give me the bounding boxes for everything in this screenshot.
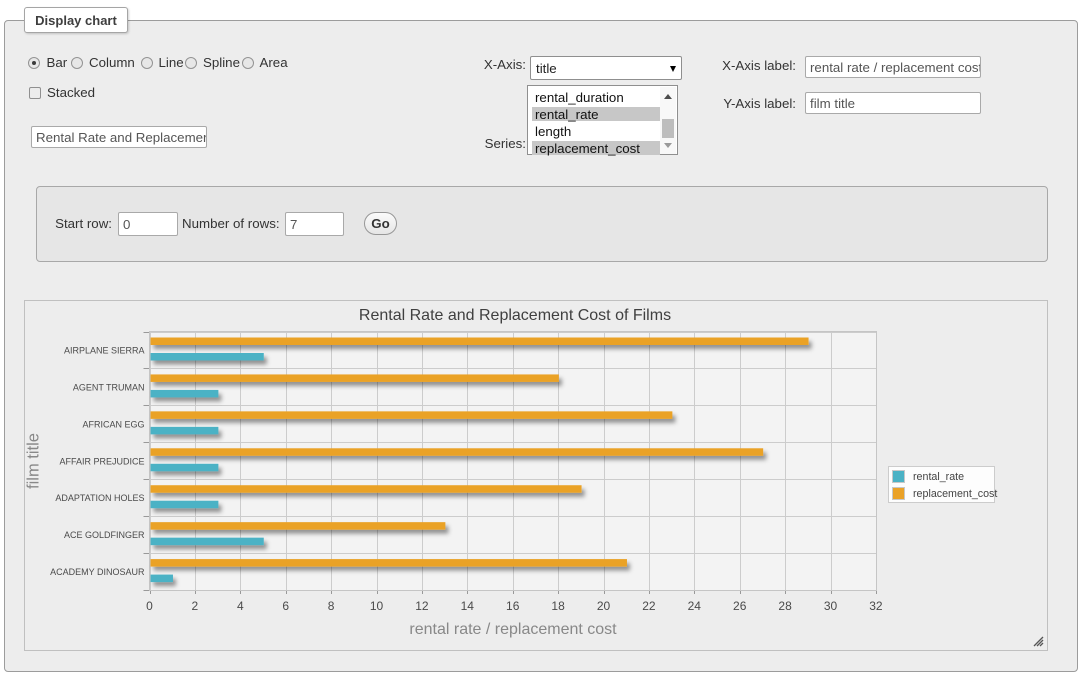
svg-text:8: 8 [328, 599, 335, 613]
svg-text:rental_rate: rental_rate [913, 471, 964, 483]
svg-text:AGENT TRUMAN: AGENT TRUMAN [73, 382, 145, 392]
svg-text:ACADEMY DINOSAUR: ACADEMY DINOSAUR [50, 567, 145, 577]
svg-text:24: 24 [688, 599, 702, 613]
svg-text:2: 2 [192, 599, 199, 613]
svg-text:AIRPLANE SIERRA: AIRPLANE SIERRA [64, 345, 145, 355]
svg-text:22: 22 [642, 599, 656, 613]
svg-text:0: 0 [146, 599, 153, 613]
svg-text:ADAPTATION HOLES: ADAPTATION HOLES [55, 493, 144, 503]
svg-text:30: 30 [824, 599, 838, 613]
svg-text:20: 20 [597, 599, 611, 613]
svg-text:AFRICAN EGG: AFRICAN EGG [82, 419, 144, 429]
svg-text:ACE GOLDFINGER: ACE GOLDFINGER [64, 530, 145, 540]
svg-text:16: 16 [506, 599, 520, 613]
svg-text:32: 32 [869, 599, 883, 613]
svg-text:Rental Rate and Replacement Co: Rental Rate and Replacement Cost of Film… [359, 307, 671, 324]
svg-text:film title: film title [25, 433, 43, 489]
svg-text:18: 18 [551, 599, 565, 613]
svg-text:12: 12 [415, 599, 429, 613]
svg-text:AFFAIR PREJUDICE: AFFAIR PREJUDICE [59, 456, 144, 466]
svg-text:4: 4 [237, 599, 244, 613]
svg-text:14: 14 [461, 599, 475, 613]
svg-text:10: 10 [370, 599, 384, 613]
svg-text:28: 28 [778, 599, 792, 613]
svg-text:replacement_cost: replacement_cost [913, 488, 997, 500]
svg-text:rental rate / replacement cost: rental rate / replacement cost [409, 621, 617, 638]
svg-text:6: 6 [282, 599, 289, 613]
svg-text:26: 26 [733, 599, 747, 613]
